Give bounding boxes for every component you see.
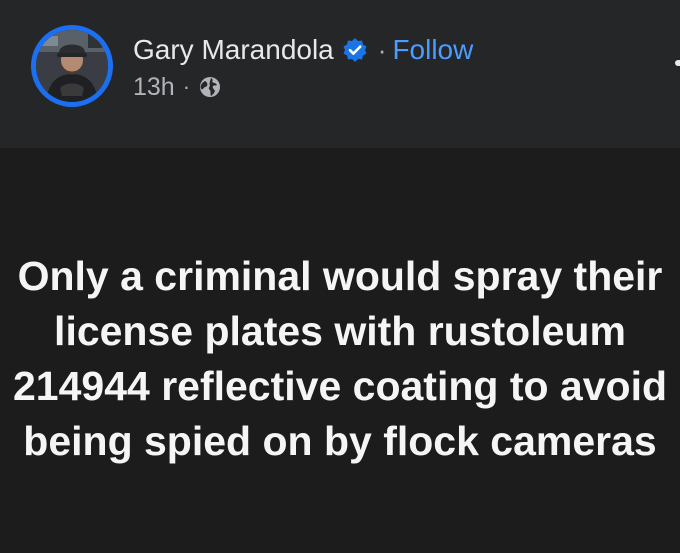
author-name[interactable]: Gary Marandola bbox=[133, 32, 334, 68]
post-body: Only a criminal would spray their licens… bbox=[0, 148, 680, 553]
post-meta: 13h · bbox=[133, 71, 222, 103]
separator-dot: · bbox=[377, 35, 387, 65]
post-card: Gary Marandola · Follow 13h · Only a cri… bbox=[0, 0, 680, 553]
follow-button[interactable]: Follow bbox=[392, 32, 473, 68]
meta-separator-dot: · bbox=[182, 74, 191, 99]
post-timestamp[interactable]: 13h bbox=[133, 71, 175, 103]
avatar[interactable] bbox=[36, 30, 108, 102]
more-options-icon[interactable] bbox=[675, 60, 680, 66]
avatar-photo bbox=[36, 30, 108, 102]
verified-badge-icon bbox=[342, 37, 368, 63]
post-text: Only a criminal would spray their licens… bbox=[13, 253, 667, 464]
post-header: Gary Marandola · Follow 13h · bbox=[0, 0, 680, 148]
avatar-story-ring[interactable] bbox=[31, 25, 113, 107]
globe-icon[interactable] bbox=[198, 75, 222, 99]
author-line: Gary Marandola · Follow bbox=[133, 32, 473, 68]
